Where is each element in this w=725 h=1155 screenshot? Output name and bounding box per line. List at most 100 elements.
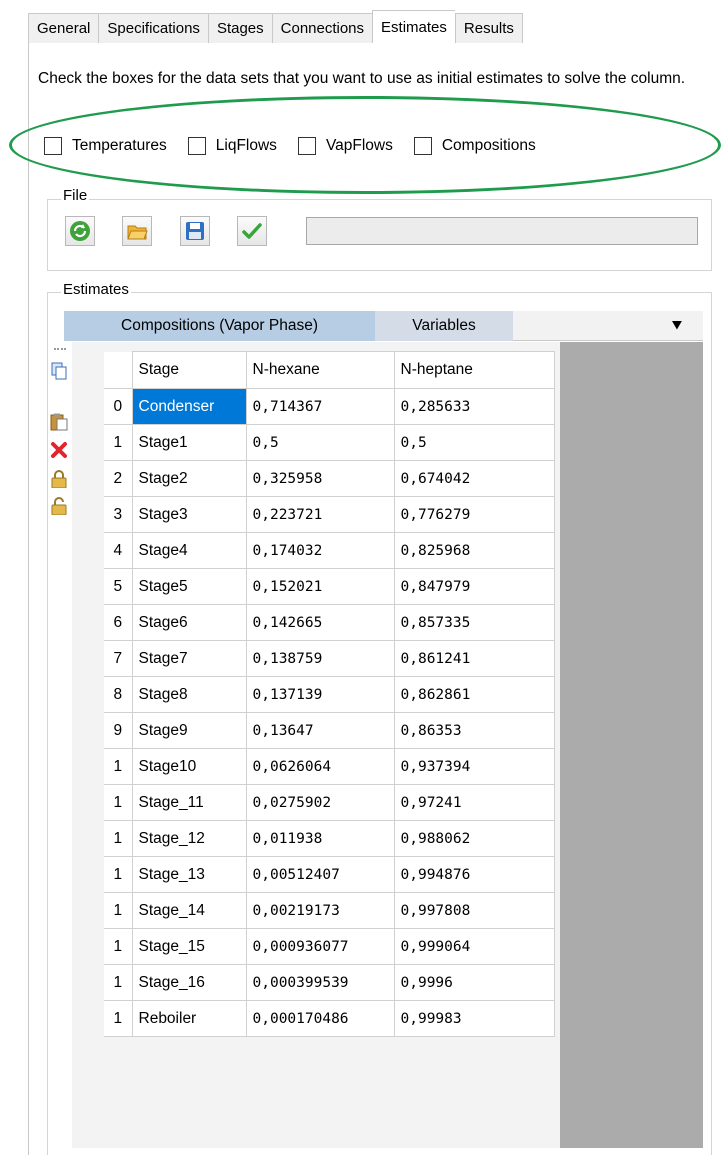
cell-stage[interactable]: Stage8 — [131, 676, 247, 713]
tab-connections[interactable]: Connections — [271, 13, 373, 44]
table-row[interactable]: 1 Stage_11 0,0275902 0,97241 — [104, 784, 555, 821]
cell-n-heptane[interactable]: 0,847979 — [393, 568, 555, 605]
tab-specifications[interactable]: Specifications — [98, 13, 208, 44]
cell-n-hexane[interactable]: 0,00512407 — [245, 856, 395, 893]
unlock-button[interactable] — [50, 497, 68, 515]
cell-n-hexane[interactable]: 0,000399539 — [245, 964, 395, 1001]
row-index[interactable]: 3 — [104, 496, 133, 533]
row-index[interactable]: 0 — [104, 388, 133, 425]
row-index[interactable]: 1 — [104, 856, 133, 893]
table-row[interactable]: 7 Stage7 0,138759 0,861241 — [104, 640, 555, 677]
cell-stage[interactable]: Stage2 — [131, 460, 247, 497]
column-header-n-heptane[interactable]: N-heptane — [393, 351, 555, 389]
cell-n-heptane[interactable]: 0,994876 — [393, 856, 555, 893]
cell-stage[interactable]: Stage_16 — [131, 964, 247, 1001]
row-index[interactable]: 7 — [104, 640, 133, 677]
row-index[interactable]: 1 — [104, 928, 133, 965]
paste-button[interactable] — [50, 413, 68, 431]
table-row[interactable]: 1 Stage1 0,5 0,5 — [104, 424, 555, 461]
checkbox-box[interactable] — [44, 137, 62, 155]
row-index[interactable]: 8 — [104, 676, 133, 713]
cell-stage[interactable]: Stage1 — [131, 424, 247, 461]
refresh-button[interactable] — [65, 216, 95, 246]
table-row[interactable]: 2 Stage2 0,325958 0,674042 — [104, 460, 555, 497]
cell-n-heptane[interactable]: 0,776279 — [393, 496, 555, 533]
checkbox-compositions[interactable]: Compositions — [413, 137, 536, 155]
table-row[interactable]: 9 Stage9 0,13647 0,86353 — [104, 712, 555, 749]
checkbox-box[interactable] — [187, 137, 206, 155]
save-file-button[interactable] — [180, 216, 210, 246]
lock-button[interactable] — [50, 470, 68, 488]
column-header-n-hexane[interactable]: N-hexane — [245, 351, 395, 389]
delete-button[interactable] — [50, 441, 68, 459]
cell-n-heptane[interactable]: 0,997808 — [393, 892, 555, 929]
checkbox-vapflows[interactable]: VapFlows — [297, 137, 393, 155]
table-row[interactable]: 3 Stage3 0,223721 0,776279 — [104, 496, 555, 533]
cell-n-heptane[interactable]: 0,86353 — [393, 712, 555, 749]
cell-n-hexane[interactable]: 0,223721 — [245, 496, 395, 533]
copy-button[interactable] — [50, 362, 68, 380]
cell-n-hexane[interactable]: 0,13647 — [245, 712, 395, 749]
table-row[interactable]: 1 Stage10 0,0626064 0,937394 — [104, 748, 555, 785]
cell-n-hexane[interactable]: 0,137139 — [245, 676, 395, 713]
row-index[interactable]: 9 — [104, 712, 133, 749]
cell-stage[interactable]: Stage10 — [131, 748, 247, 785]
table-row[interactable]: 4 Stage4 0,174032 0,825968 — [104, 532, 555, 569]
checkbox-liqflows[interactable]: LiqFlows — [187, 137, 277, 155]
cell-stage[interactable]: Condenser — [131, 388, 247, 425]
cell-n-heptane[interactable]: 0,674042 — [393, 460, 555, 497]
cell-stage[interactable]: Stage4 — [131, 532, 247, 569]
table-row[interactable]: 1 Stage_16 0,000399539 0,9996 — [104, 964, 555, 1001]
file-path-input[interactable] — [306, 217, 698, 245]
cell-stage[interactable]: Stage_11 — [131, 784, 247, 821]
tab-overflow-menu-icon[interactable]: ⯆ — [660, 311, 694, 341]
cell-stage[interactable]: Stage_15 — [131, 928, 247, 965]
tab-estimates[interactable]: Estimates — [372, 10, 455, 44]
tab-variables[interactable]: Variables — [375, 311, 513, 341]
cell-n-heptane[interactable]: 0,857335 — [393, 604, 555, 641]
cell-stage[interactable]: Stage6 — [131, 604, 247, 641]
checkbox-temperatures[interactable]: Temperatures — [44, 137, 167, 155]
table-row[interactable]: 1 Stage_13 0,00512407 0,994876 — [104, 856, 555, 893]
table-row[interactable]: 8 Stage8 0,137139 0,862861 — [104, 676, 555, 713]
cell-n-heptane[interactable]: 0,9996 — [393, 964, 555, 1001]
cell-n-hexane[interactable]: 0,142665 — [245, 604, 395, 641]
row-index[interactable]: 1 — [104, 1000, 133, 1037]
row-index[interactable]: 1 — [104, 784, 133, 821]
row-index[interactable]: 5 — [104, 568, 133, 605]
cell-n-hexane[interactable]: 0,138759 — [245, 640, 395, 677]
cell-n-heptane[interactable]: 0,862861 — [393, 676, 555, 713]
column-header-stage[interactable]: Stage — [131, 351, 247, 389]
tab-general[interactable]: General — [28, 13, 99, 44]
table-row[interactable]: 6 Stage6 0,142665 0,857335 — [104, 604, 555, 641]
cell-stage[interactable]: Stage_14 — [131, 892, 247, 929]
table-row[interactable]: 1 Reboiler 0,000170486 0,99983 — [104, 1000, 555, 1037]
cell-n-hexane[interactable]: 0,00219173 — [245, 892, 395, 929]
table-row[interactable]: 1 Stage_15 0,000936077 0,999064 — [104, 928, 555, 965]
cell-stage[interactable]: Stage3 — [131, 496, 247, 533]
row-index[interactable]: 1 — [104, 892, 133, 929]
tab-results[interactable]: Results — [454, 13, 523, 44]
cell-n-hexane[interactable]: 0,325958 — [245, 460, 395, 497]
row-index[interactable]: 1 — [104, 964, 133, 1001]
row-index[interactable]: 1 — [104, 424, 133, 461]
table-row[interactable]: 1 Stage_14 0,00219173 0,997808 — [104, 892, 555, 929]
cell-stage[interactable]: Reboiler — [131, 1000, 247, 1037]
cell-stage[interactable]: Stage_12 — [131, 820, 247, 857]
cell-n-heptane[interactable]: 0,99983 — [393, 1000, 555, 1037]
cell-n-heptane[interactable]: 0,999064 — [393, 928, 555, 965]
cell-n-heptane[interactable]: 0,937394 — [393, 748, 555, 785]
cell-n-heptane[interactable]: 0,97241 — [393, 784, 555, 821]
cell-n-heptane[interactable]: 0,285633 — [393, 388, 555, 425]
row-index[interactable]: 6 — [104, 604, 133, 641]
row-index[interactable]: 1 — [104, 820, 133, 857]
cell-stage[interactable]: Stage_13 — [131, 856, 247, 893]
cell-stage[interactable]: Stage5 — [131, 568, 247, 605]
row-index[interactable]: 4 — [104, 532, 133, 569]
cell-n-hexane[interactable]: 0,5 — [245, 424, 395, 461]
cell-stage[interactable]: Stage7 — [131, 640, 247, 677]
tab-compositions-vapor[interactable]: Compositions (Vapor Phase) — [64, 311, 375, 341]
cell-n-heptane[interactable]: 0,988062 — [393, 820, 555, 857]
cell-n-heptane[interactable]: 0,5 — [393, 424, 555, 461]
grip-handle[interactable] — [54, 348, 66, 352]
